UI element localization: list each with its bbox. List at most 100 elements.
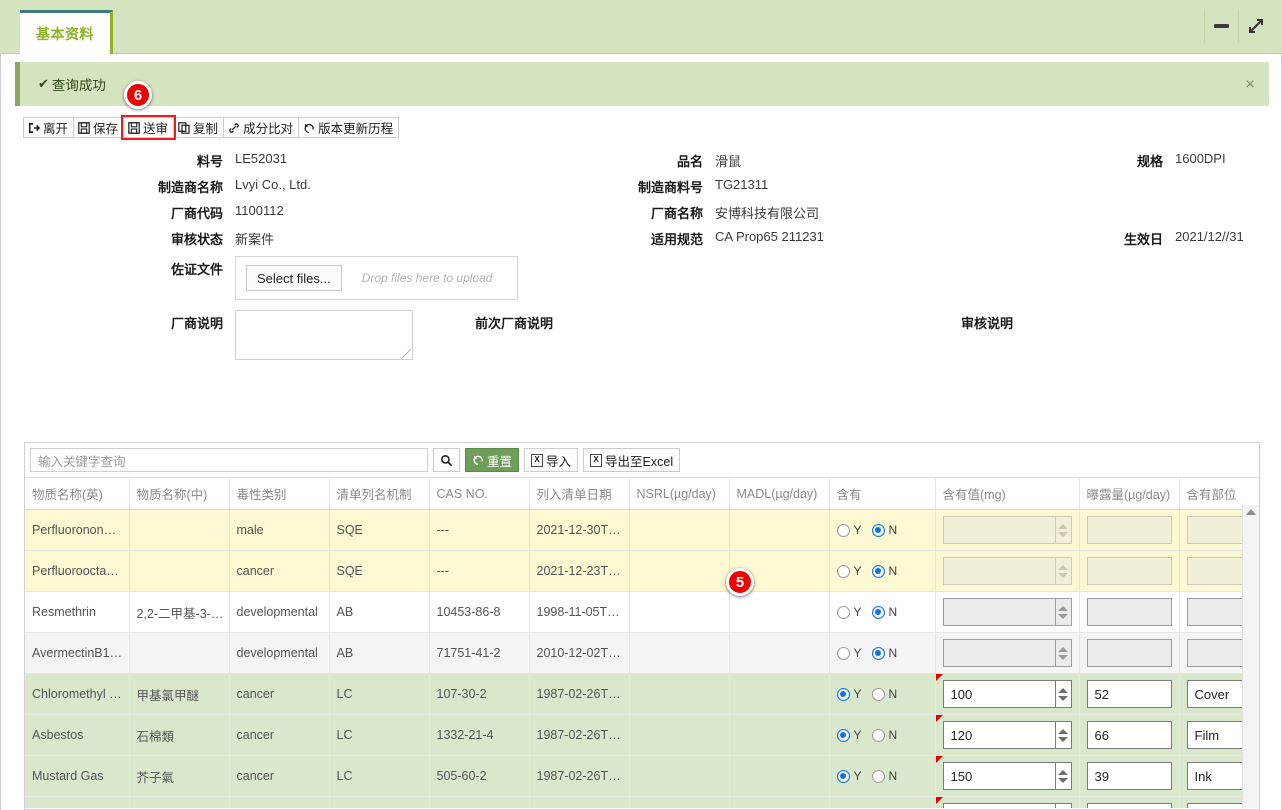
- export-excel-button[interactable]: X 导出至Excel: [583, 448, 681, 472]
- column-header-tox[interactable]: 毒性类别: [229, 477, 330, 510]
- radio-contains-no[interactable]: [871, 769, 885, 783]
- radio-contains-yes[interactable]: [836, 769, 850, 783]
- value-mg-input[interactable]: 100: [942, 680, 1055, 708]
- cell-contains[interactable]: YN: [829, 591, 936, 633]
- value-mg-stepper[interactable]: [1054, 516, 1072, 544]
- exposure-input[interactable]: [1086, 557, 1172, 585]
- cell-contains[interactable]: YN: [829, 796, 936, 808]
- cell-contains[interactable]: YN: [829, 755, 936, 797]
- table-row[interactable]: Chloromethyl … 甲基氯甲醚 cancer LC 107-30-2 1987-…: [25, 673, 1259, 715]
- radio-contains-no[interactable]: [871, 646, 885, 660]
- value-mg-input[interactable]: [942, 516, 1055, 544]
- cell-exposure[interactable]: 50: [1079, 796, 1180, 808]
- cell-contains[interactable]: YN: [829, 509, 936, 551]
- radio-contains-no[interactable]: [871, 687, 885, 701]
- scroll-up-icon[interactable]: [1246, 509, 1256, 515]
- cell-value-mg[interactable]: [935, 550, 1080, 592]
- exposure-input[interactable]: 52: [1086, 680, 1172, 708]
- stepper-down-icon[interactable]: [1058, 613, 1068, 619]
- cell-exposure[interactable]: [1079, 509, 1180, 551]
- cell-contains[interactable]: YN: [829, 714, 936, 756]
- stepper-down-icon[interactable]: [1058, 531, 1068, 537]
- exposure-input[interactable]: [1086, 598, 1172, 626]
- search-button[interactable]: [433, 448, 460, 472]
- version-history-button[interactable]: 版本更新历程: [298, 117, 400, 138]
- leave-button[interactable]: 离开: [23, 117, 75, 138]
- radio-contains-yes[interactable]: [836, 523, 850, 537]
- cell-value-mg[interactable]: [935, 591, 1080, 633]
- submit-review-button[interactable]: 送审: [121, 115, 177, 140]
- value-mg-stepper[interactable]: [1054, 762, 1072, 790]
- cell-exposure[interactable]: 52: [1079, 673, 1180, 715]
- copy-button[interactable]: 复制: [173, 117, 225, 138]
- cell-value-mg[interactable]: 150: [935, 755, 1080, 797]
- column-header-contains[interactable]: 含有: [829, 477, 936, 510]
- exposure-input[interactable]: [1086, 639, 1172, 667]
- table-vertical-scrollbar[interactable]: [1242, 505, 1259, 808]
- exposure-input[interactable]: [1086, 516, 1172, 544]
- stepper-up-icon[interactable]: [1058, 646, 1068, 652]
- table-row[interactable]: Mustard Gas 芥子氣 cancer LC 505-60-2 1987-02-26…: [25, 755, 1259, 797]
- table-row[interactable]: Triphenyltin h…羥基三苯基錫cancerAB76-87-91992…: [25, 796, 1259, 808]
- table-row[interactable]: AvermectinB1… developmental AB 71751-41-2 20…: [25, 632, 1259, 674]
- stepper-up-icon[interactable]: [1058, 605, 1068, 611]
- minimize-button[interactable]: [1204, 9, 1238, 43]
- column-header-nsrl[interactable]: NSRL(µg/day): [629, 477, 730, 510]
- value-mg-input[interactable]: 120: [942, 721, 1055, 749]
- stepper-up-icon[interactable]: [1058, 687, 1068, 693]
- cell-contains[interactable]: YN: [829, 673, 936, 715]
- stepper-down-icon[interactable]: [1058, 736, 1068, 742]
- value-mg-stepper[interactable]: [1054, 557, 1072, 585]
- select-files-button[interactable]: Select files...: [246, 265, 342, 291]
- column-header-madl[interactable]: MADL(µg/day): [729, 477, 830, 510]
- exposure-input[interactable]: 66: [1086, 721, 1172, 749]
- exposure-input[interactable]: 50: [1086, 803, 1172, 808]
- cell-value-mg[interactable]: 156: [935, 796, 1080, 808]
- column-header-name_en[interactable]: 物质名称(英): [25, 477, 130, 510]
- stepper-up-icon[interactable]: [1058, 769, 1068, 775]
- column-header-name_cn[interactable]: 物质名称(中): [129, 477, 230, 510]
- stepper-down-icon[interactable]: [1058, 654, 1068, 660]
- column-header-cas[interactable]: CAS NO.: [429, 477, 530, 510]
- cell-contains[interactable]: YN: [829, 550, 936, 592]
- cell-value-mg[interactable]: [935, 509, 1080, 551]
- import-button[interactable]: X 导入: [524, 448, 579, 472]
- radio-contains-no[interactable]: [871, 605, 885, 619]
- value-mg-stepper[interactable]: [1054, 803, 1072, 808]
- stepper-down-icon[interactable]: [1058, 695, 1068, 701]
- radio-contains-no[interactable]: [871, 564, 885, 578]
- stepper-down-icon[interactable]: [1058, 572, 1068, 578]
- radio-contains-yes[interactable]: [836, 646, 850, 660]
- radio-contains-yes[interactable]: [836, 564, 850, 578]
- search-input[interactable]: 输入关键字查询: [30, 448, 428, 472]
- stepper-up-icon[interactable]: [1058, 523, 1068, 529]
- column-header-mechanism[interactable]: 清单列名机制: [329, 477, 430, 510]
- column-header-list_date[interactable]: 列入清单日期: [529, 477, 630, 510]
- cell-exposure[interactable]: [1079, 632, 1180, 674]
- value-mg-stepper[interactable]: [1054, 639, 1072, 667]
- radio-contains-yes[interactable]: [836, 605, 850, 619]
- table-row[interactable]: Perfluoroocta… cancer SQE --- 2021-12-23T… Y N: [25, 550, 1259, 592]
- composition-compare-button[interactable]: 成分比对: [223, 117, 300, 138]
- value-mg-input[interactable]: 150: [942, 762, 1055, 790]
- radio-contains-no[interactable]: [871, 523, 885, 537]
- value-mg-input[interactable]: [942, 557, 1055, 585]
- table-row[interactable]: Asbestos 石棉類 cancer LC 1332-21-4 1987-02-26T……: [25, 714, 1259, 756]
- column-header-exposure[interactable]: 曝露量(µg/day): [1079, 477, 1180, 510]
- cell-exposure[interactable]: 66: [1079, 714, 1180, 756]
- close-icon[interactable]: ×: [1245, 76, 1255, 93]
- cell-contains[interactable]: YN: [829, 632, 936, 674]
- cell-value-mg[interactable]: 100: [935, 673, 1080, 715]
- column-header-value_mg[interactable]: 含有值(mg): [935, 477, 1080, 510]
- radio-contains-no[interactable]: [871, 728, 885, 742]
- table-row[interactable]: Perfluoronon… male SQE --- 2021-12-30T… Y N: [25, 509, 1259, 551]
- cell-value-mg[interactable]: 120: [935, 714, 1080, 756]
- maximize-button[interactable]: [1238, 9, 1272, 43]
- value-mg-input[interactable]: [942, 598, 1055, 626]
- cell-value-mg[interactable]: [935, 632, 1080, 674]
- radio-contains-yes[interactable]: [836, 728, 850, 742]
- cell-exposure[interactable]: [1079, 591, 1180, 633]
- vendor-note-textarea[interactable]: [235, 310, 413, 360]
- reset-button[interactable]: 重置: [465, 448, 520, 472]
- value-mg-input[interactable]: [942, 639, 1055, 667]
